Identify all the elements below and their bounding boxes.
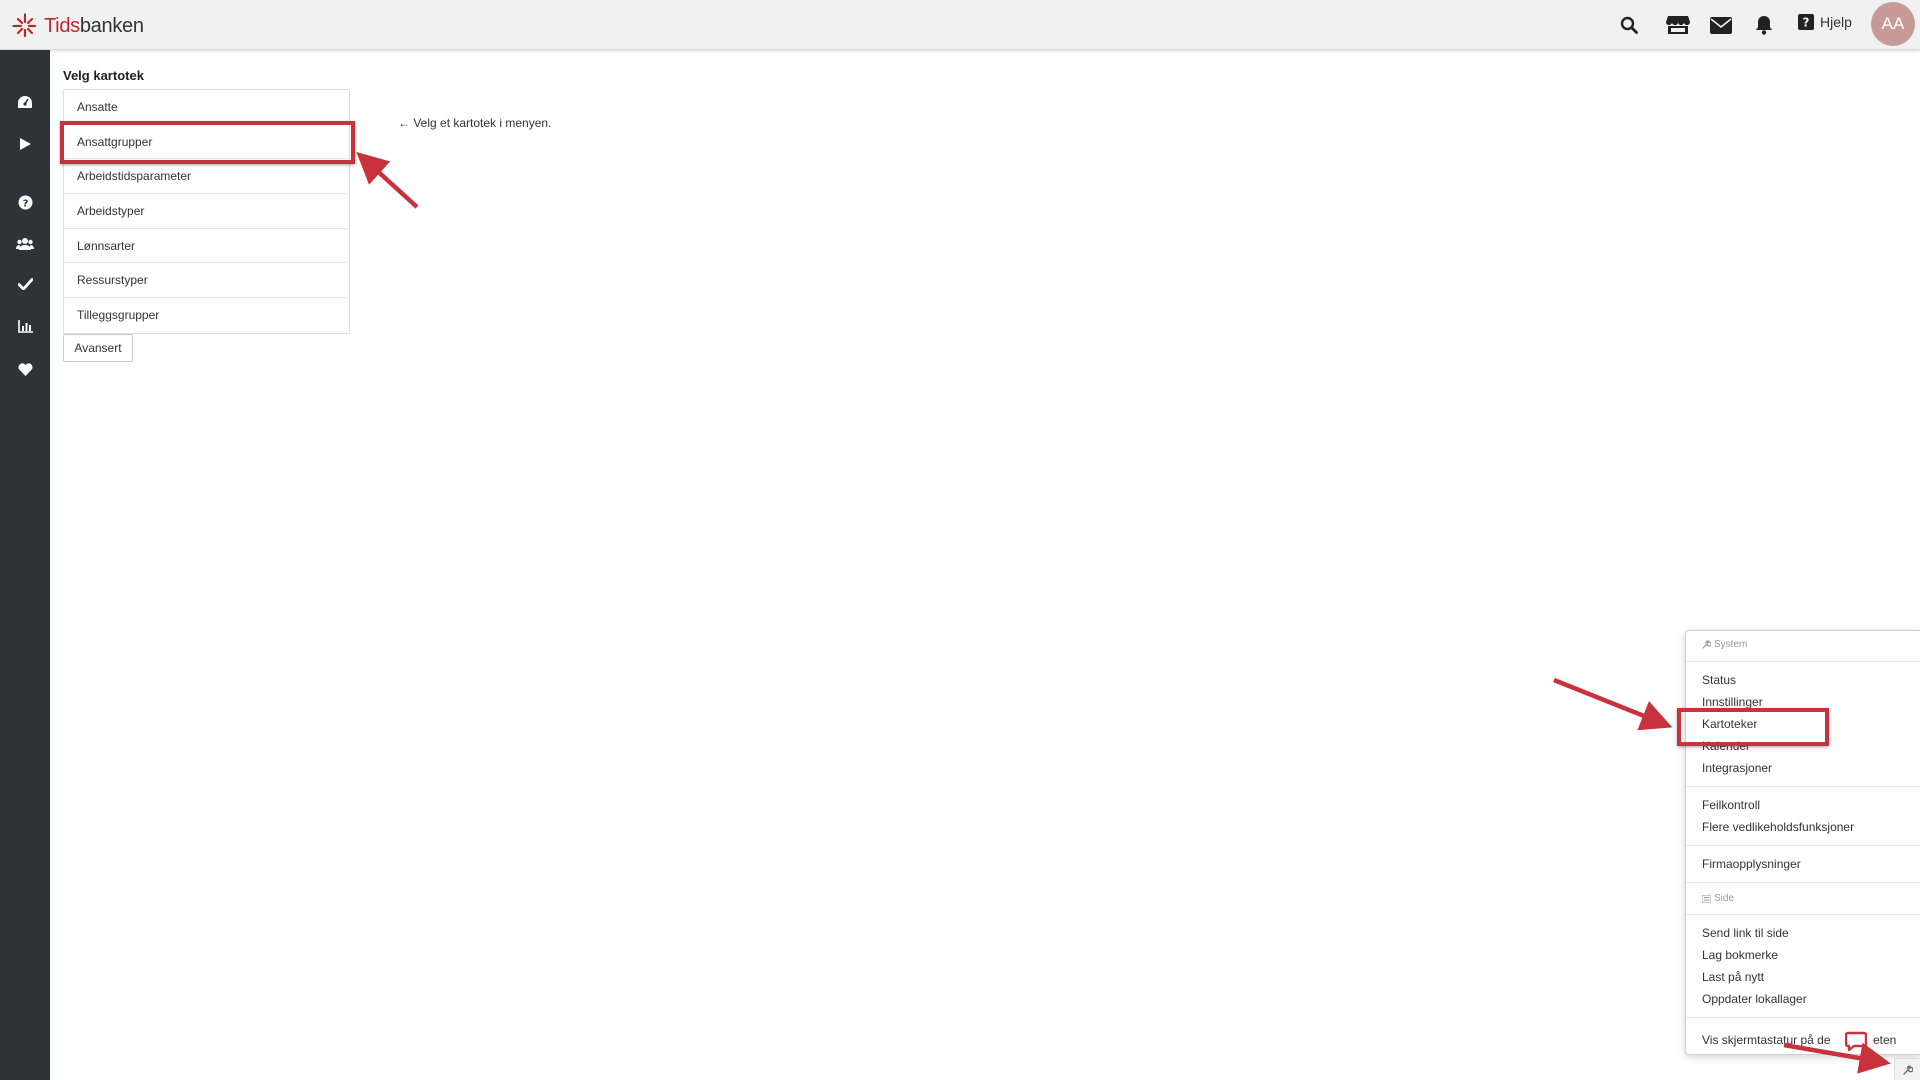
bell-icon[interactable] <box>1752 13 1776 37</box>
menu-divider <box>1686 1017 1920 1018</box>
menu-item-vis-skjermtastatur-tail[interactable]: eten <box>1873 1033 1896 1047</box>
menu-divider <box>1686 845 1920 846</box>
store-icon[interactable] <box>1664 13 1692 37</box>
arrow-to-kartoteker <box>1553 677 1673 731</box>
highlight-ansattgrupper <box>60 121 355 164</box>
logo-text: Tidsbanken <box>44 14 144 37</box>
menu-item-oppdater-lokallager[interactable]: Oppdater lokallager <box>1702 992 1807 1006</box>
checkmark-icon[interactable] <box>15 274 35 294</box>
list-icon <box>1702 894 1711 903</box>
help-circle-icon[interactable]: ? <box>15 192 35 212</box>
chat-icon[interactable] <box>1844 1031 1868 1052</box>
settings-toggle-button[interactable] <box>1894 1058 1920 1080</box>
list-item-ressurstyper[interactable]: Ressurstyper <box>64 263 349 299</box>
menu-divider <box>1686 786 1920 787</box>
list-item-lonnsarter[interactable]: Lønnsarter <box>64 228 349 264</box>
avatar[interactable]: AA <box>1871 2 1915 46</box>
top-bar: Tidsbanken ? Hjelp AA <box>0 0 1920 50</box>
sidebar: ? <box>0 50 50 1080</box>
menu-divider <box>1686 914 1920 915</box>
list-item-arbeidstidsparameter[interactable]: Arbeidstidsparameter <box>64 159 349 195</box>
menu-item-integrasjoner[interactable]: Integrasjoner <box>1702 761 1772 775</box>
arrow-to-ansattgrupper <box>356 151 419 209</box>
wrench-icon <box>1702 640 1711 649</box>
menu-item-last-pa-nytt[interactable]: Last på nytt <box>1702 970 1764 984</box>
section-title: Velg kartotek <box>63 68 144 83</box>
menu-item-flere-vedlikeholdsfunksjoner[interactable]: Flere vedlikeholdsfunksjoner <box>1702 820 1854 834</box>
tidsbanken-logo[interactable]: Tidsbanken <box>12 13 144 39</box>
wrench-icon <box>1902 1065 1913 1075</box>
help-button[interactable]: ? Hjelp <box>1798 14 1852 30</box>
bar-chart-icon[interactable] <box>15 316 35 336</box>
highlight-kartoteker <box>1677 708 1829 746</box>
menu-item-innstillinger[interactable]: Innstillinger <box>1702 695 1763 709</box>
dashboard-icon[interactable] <box>15 92 35 112</box>
menu-item-firmaopplysninger[interactable]: Firmaopplysninger <box>1702 857 1801 871</box>
list-item-tilleggsgrupper[interactable]: Tilleggsgrupper <box>64 298 349 333</box>
menu-item-lag-bokmerke[interactable]: Lag bokmerke <box>1702 948 1778 962</box>
menu-item-send-link[interactable]: Send link til side <box>1702 926 1789 940</box>
question-icon: ? <box>1798 14 1814 30</box>
heart-icon[interactable] <box>15 359 35 379</box>
svg-text:?: ? <box>22 198 28 209</box>
menu-item-feilkontroll[interactable]: Feilkontroll <box>1702 798 1760 812</box>
system-menu: System Status Innstillinger Kartoteker K… <box>1685 630 1920 1055</box>
mail-icon[interactable] <box>1709 13 1733 37</box>
svg-text:?: ? <box>1803 16 1810 30</box>
list-item-arbeidstyper[interactable]: Arbeidstyper <box>64 194 349 229</box>
hint-text: ← Velg et kartotek i menyen. <box>398 116 552 130</box>
sunburst-logo-icon <box>12 13 37 38</box>
users-icon[interactable] <box>15 233 35 253</box>
play-icon[interactable] <box>15 134 35 154</box>
menu-item-status[interactable]: Status <box>1702 673 1736 687</box>
list-item-ansatte[interactable]: Ansatte <box>64 90 349 125</box>
menu-item-vis-skjermtastatur[interactable]: Vis skjermtastatur på de <box>1702 1033 1831 1047</box>
help-label: Hjelp <box>1820 14 1852 30</box>
menu-divider <box>1686 661 1920 662</box>
advanced-button[interactable]: Avansert <box>63 334 133 362</box>
menu-header-side: Side <box>1702 893 1734 904</box>
search-icon[interactable] <box>1617 13 1641 37</box>
menu-divider <box>1686 882 1920 883</box>
menu-header-system: System <box>1702 639 1747 650</box>
